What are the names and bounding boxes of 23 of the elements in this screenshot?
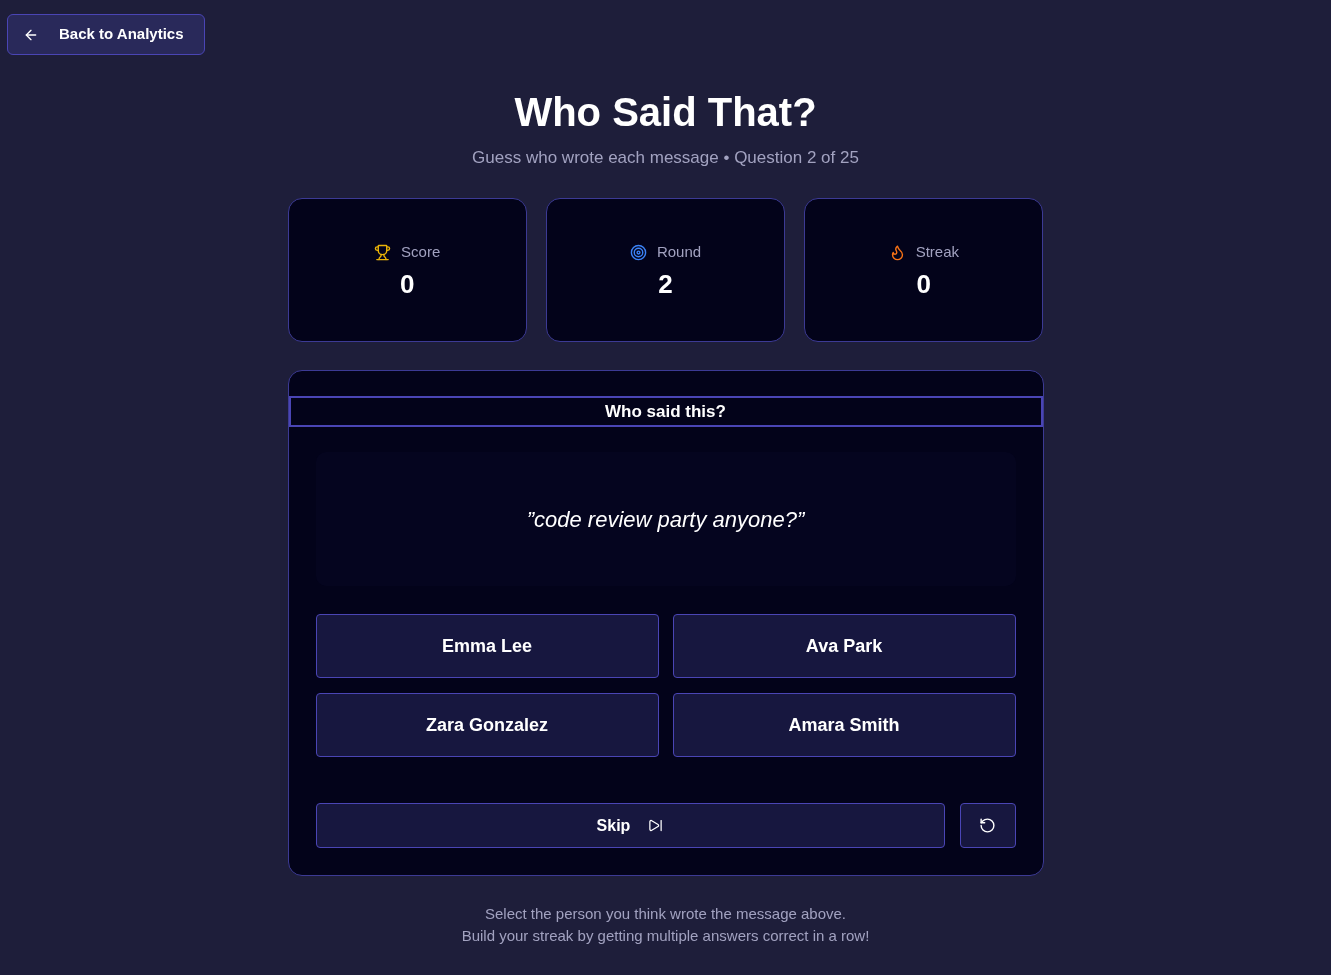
stat-value: 0 (916, 268, 932, 302)
question-heading: Who said this? (288, 396, 1043, 427)
answer-option-button[interactable]: Zara Gonzalez (315, 693, 659, 757)
target-icon (629, 243, 647, 261)
stat-label: Score (401, 241, 441, 262)
skip-forward-icon (648, 818, 664, 833)
answer-option-button[interactable]: Amara Smith (672, 693, 1016, 757)
stat-value: 2 (658, 268, 673, 302)
trophy-icon (374, 243, 392, 261)
stat-label: Streak (915, 241, 959, 262)
page-subtitle: Guess who wrote each message • Question 2 of 25 (472, 147, 859, 169)
quote-text: ”code review party anyone?” (526, 505, 805, 534)
answer-option-button[interactable]: Emma Lee (315, 614, 659, 678)
footer-hint: Select the person you think wrote the message above. (484, 904, 847, 924)
stat-label: Round (656, 241, 702, 262)
answer-option-button[interactable]: Ava Park (672, 614, 1016, 678)
back-button[interactable]: Back to Analytics (7, 14, 205, 55)
skip-button[interactable]: Skip (315, 803, 945, 848)
reset-button[interactable] (959, 803, 1016, 848)
page-title: Who Said That? (514, 89, 817, 136)
footer-hint: Build your streak by getting multiple answers correct in a row! (461, 926, 870, 946)
reset-icon (979, 817, 996, 834)
stat-value: 0 (399, 268, 415, 302)
